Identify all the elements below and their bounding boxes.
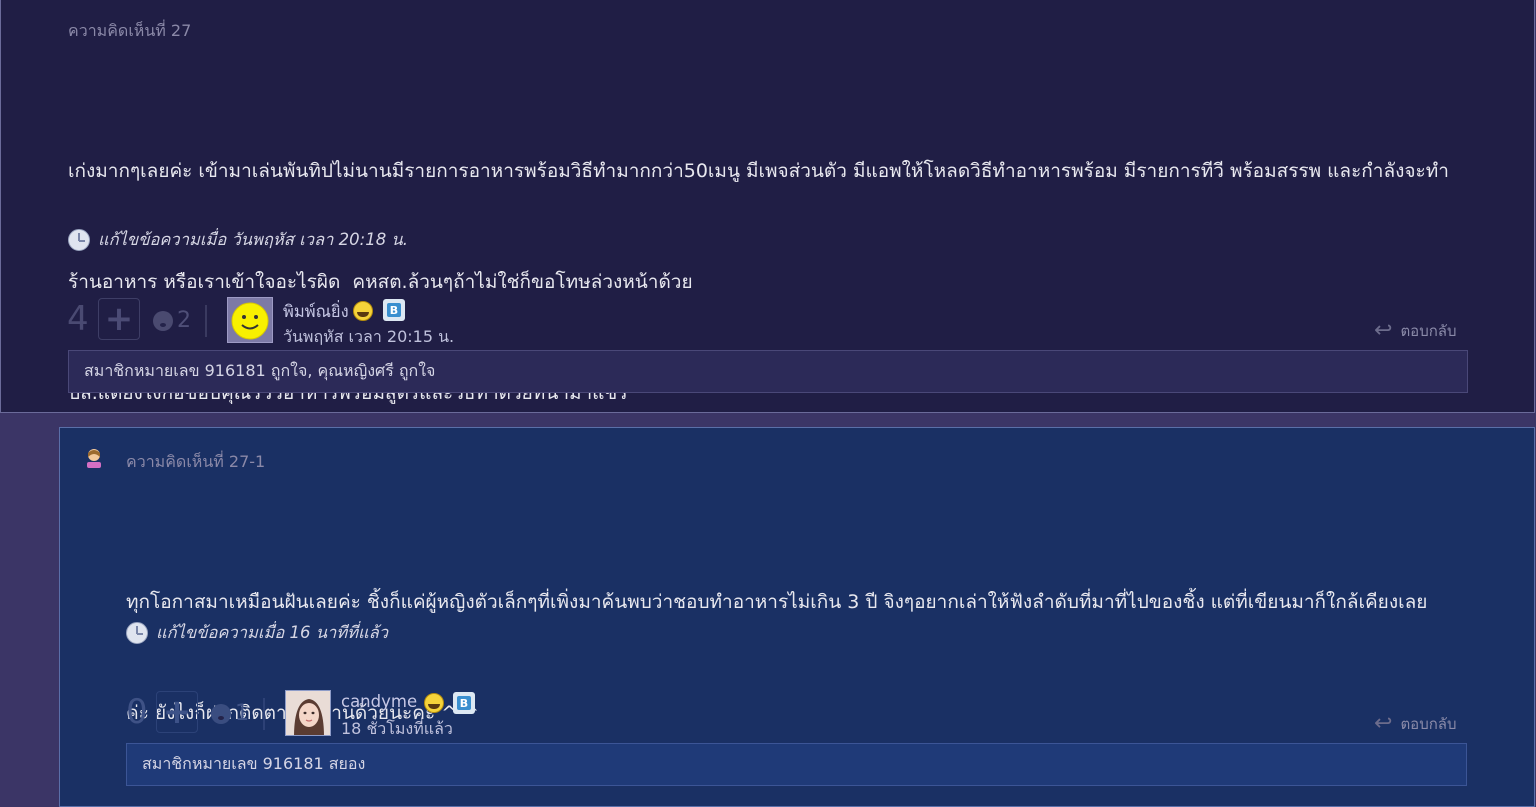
comment-number: ความคิดเห็นที่ 27-1 [126,452,266,471]
reply-button[interactable]: ↩ ตอบกลับ [1374,711,1457,736]
vote-plus-button[interactable]: + [98,298,140,340]
likers-text[interactable]: สมาชิกหมายเลข 916181 สยอง [142,752,365,777]
blog-badge-icon[interactable]: B [453,692,475,714]
comment-27-1: ความคิดเห็นที่ 27-1 ทุกโอกาสมาเหมือนฝันเ… [59,427,1535,807]
timestamp: วันพฤหัส เวลา 20:15 น. [283,327,455,346]
user-photo-avatar-icon [286,691,330,735]
emotion-button[interactable]: 2 [153,308,191,333]
comment-body: เก่งมากๆเลยค่ะ เข้ามาเล่นพันทิปไม่นานมีร… [68,79,1508,486]
reply-arrow-icon: ↩ [1374,711,1393,736]
emotion-face-icon [153,310,173,331]
edited-note: แก้ไขข้อความเมื่อ 16 นาทีที่แล้ว [126,620,388,646]
blog-badge-icon[interactable]: B [383,299,405,321]
emotion-count: 2 [177,308,191,333]
reply-label: ตอบกลับ [1400,321,1457,340]
comment-body-line: ทุกโอกาสมาเหมือนฝันเลยค่ะ ชิ้งก็แค่ผู้หญ… [126,591,1428,613]
clock-edit-icon [68,229,90,251]
comment-body-line: ร้านอาหาร หรือเราเข้าใจอะไรผิด คหสต.ล้วน… [68,271,693,293]
reply-arrow-icon: ↩ [1374,318,1393,343]
reply-button[interactable]: ↩ ตอบกลับ [1374,318,1457,343]
timestamp: 18 ชั่วโมงที่แล้ว [341,719,453,738]
smile-badge-icon [424,693,444,713]
smiley-avatar-icon [231,302,269,340]
comment-body-line: ค่ะ ยังไงก็ฝากติดตามผลงานด้วยนะคะ ^ ^ [126,702,479,724]
clock-edit-icon [126,622,148,644]
plus-icon: + [162,692,192,732]
likers-box: สมาชิกหมายเลข 916181 สยอง [126,743,1467,786]
reply-label: ตอบกลับ [1400,714,1457,733]
reply-person-icon [87,449,101,468]
avatar[interactable] [285,690,331,736]
edited-label: แก้ไขข้อความเมื่อ วันพฤหัส เวลา 20:18 น. [98,230,408,249]
divider [205,305,207,337]
comment-number: ความคิดเห็นที่ 27 [68,21,192,40]
comment-27: ความคิดเห็นที่ 27 เก่งมากๆเลยค่ะ เข้ามาเ… [0,0,1535,413]
edited-label: แก้ไขข้อความเมื่อ 16 นาทีที่แล้ว [156,623,389,642]
vote-count: 4 [67,299,89,339]
vote-plus-button[interactable]: + [156,691,198,733]
comment-body-line: เก่งมากๆเลยค่ะ เข้ามาเล่นพันทิปไม่นานมีร… [68,160,1449,182]
plus-icon: + [104,299,134,339]
edited-note: แก้ไขข้อความเมื่อ วันพฤหัส เวลา 20:18 น. [68,227,408,253]
author-name[interactable]: candyme [341,692,417,711]
avatar[interactable] [227,297,273,343]
emotion-button[interactable]: 1 [211,701,249,726]
author-name[interactable]: พิมพ์ณยิ่ง [283,299,349,325]
emotion-face-icon [211,703,231,724]
smile-badge-icon [353,301,373,321]
vote-count: 0 [126,692,148,732]
likers-box: สมาชิกหมายเลข 916181 ถูกใจ, คุณหญิงศรี ถ… [68,350,1468,393]
emotion-count: 1 [235,701,249,726]
likers-text[interactable]: สมาชิกหมายเลข 916181 ถูกใจ, คุณหญิงศรี ถ… [84,359,435,384]
divider [263,698,265,730]
